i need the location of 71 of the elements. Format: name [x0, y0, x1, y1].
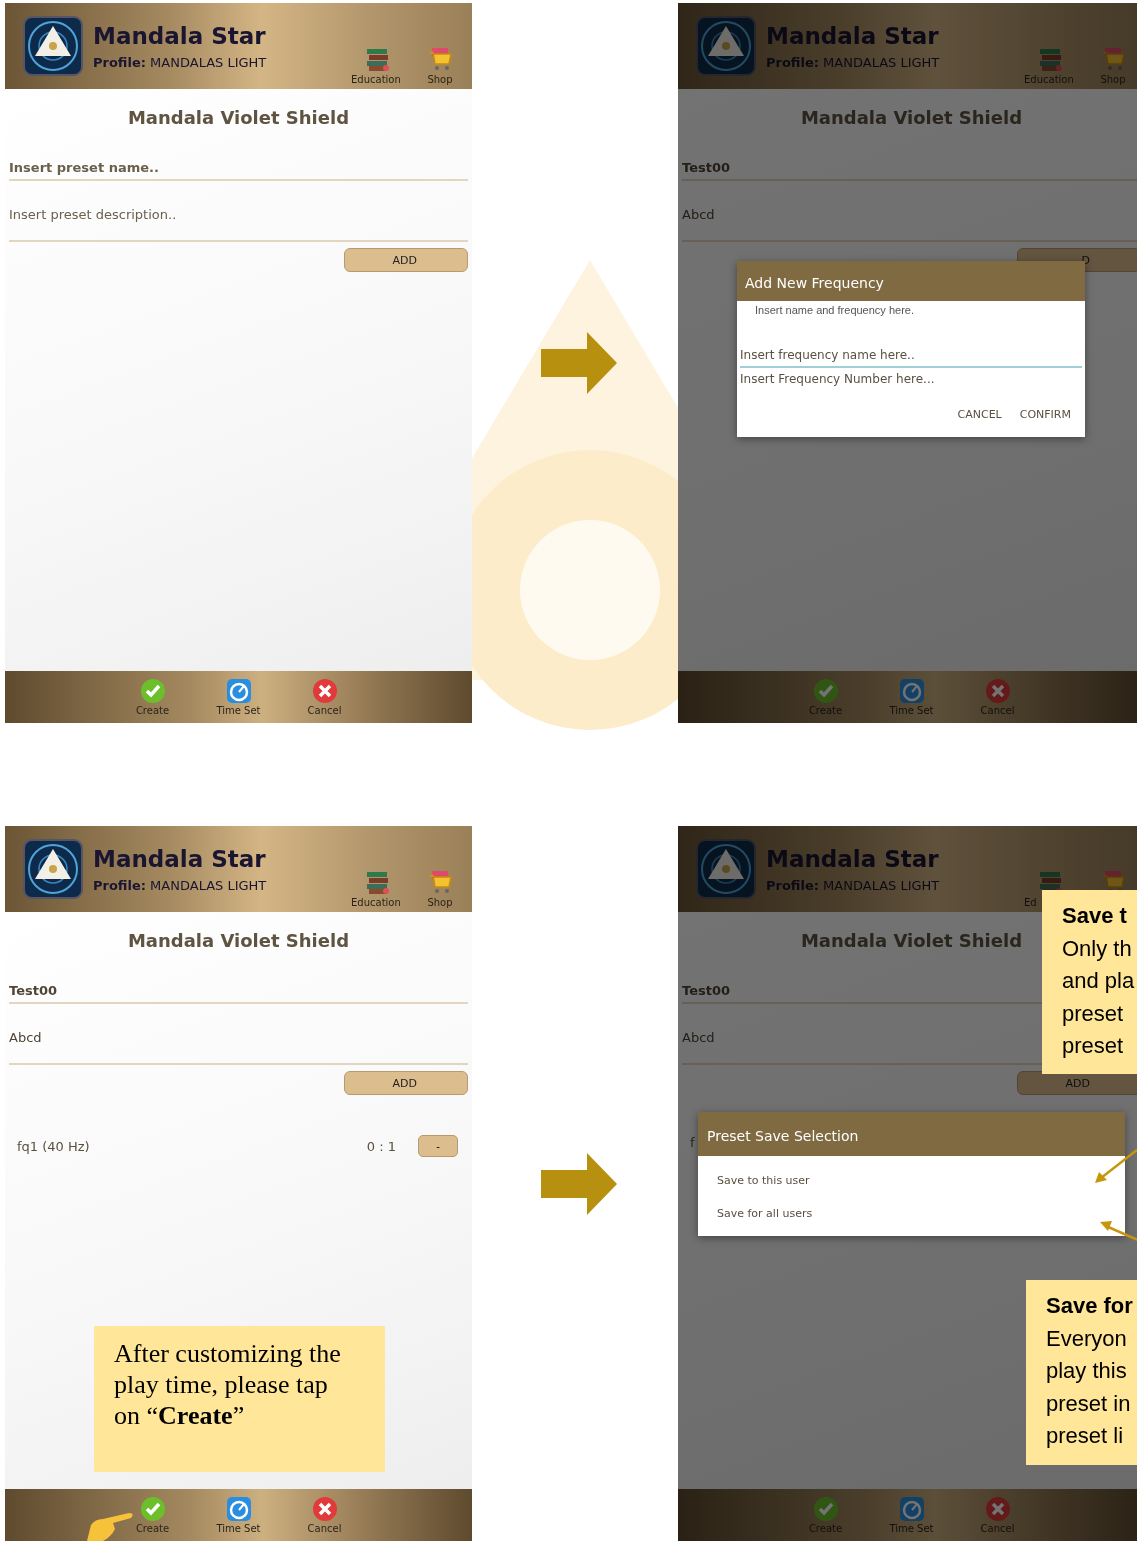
right-arrow-icon [541, 332, 617, 394]
right-arrow-icon [541, 1152, 617, 1215]
education-button[interactable]: Education [351, 869, 405, 908]
app-title: Mandala Star [766, 22, 940, 49]
callout-title: Save t [1062, 902, 1128, 930]
preset-description-field[interactable]: Abcd [682, 203, 1137, 242]
close-icon [311, 678, 338, 704]
preset-title: Mandala Violet Shield [127, 107, 350, 128]
profile-label: Profile: MANDALAS LIGHT [766, 877, 940, 893]
preset-title: Mandala Violet Shield [127, 930, 350, 951]
mandala-logo-icon [23, 16, 83, 76]
close-icon [984, 678, 1011, 704]
create-button[interactable]: Create [116, 678, 189, 716]
save-option[interactable]: Save to this user [698, 1166, 1125, 1195]
dialog-title: Add New Frequency [737, 261, 1085, 301]
dialog-message: Insert name and frequency here. [754, 303, 915, 316]
timer-icon [898, 1496, 925, 1522]
shop-button[interactable]: Shop [413, 869, 467, 908]
cart-icon [427, 46, 453, 72]
close-icon [311, 1496, 338, 1522]
callout-text: Only th and pla preset preset [1062, 934, 1136, 1060]
check-icon [812, 678, 839, 704]
time-set-button[interactable]: Time Set [202, 678, 275, 716]
app-title: Mandala Star [766, 845, 940, 872]
books-icon [365, 869, 391, 895]
frequency-ratio: 0 : 1 [366, 1138, 396, 1154]
mandala-logo-icon [696, 16, 756, 76]
cancel-button[interactable]: CANCEL [951, 404, 1008, 425]
profile-label: Profile: MANDALAS LIGHT [93, 877, 267, 893]
preset-title: Mandala Violet Shield [800, 930, 1023, 951]
close-icon [984, 1496, 1011, 1522]
timer-icon [225, 1496, 252, 1522]
preset-description-field[interactable]: Abcd [9, 1026, 468, 1065]
save-option[interactable]: Save for all users [698, 1199, 1125, 1228]
books-icon [365, 46, 391, 72]
preset-name-field[interactable]: Insert preset name.. [9, 156, 468, 181]
mandala-logo-icon [696, 839, 756, 899]
education-button[interactable]: Education [351, 46, 405, 85]
dialog-title: Preset Save Selection [698, 1112, 1125, 1156]
remove-frequency-button[interactable]: - [418, 1135, 458, 1157]
app-title: Mandala Star [93, 22, 267, 49]
tip-callout: After customizing the play time, please tap on “Create” [94, 1326, 385, 1472]
frequency-name: fq1 (40 Hz) [17, 1138, 90, 1154]
time-set-button[interactable]: Time Set [202, 1496, 275, 1534]
timer-icon [898, 678, 925, 704]
cancel-button[interactable]: Cancel [288, 678, 361, 716]
pointer-arrow [1100, 1221, 1137, 1242]
callout-title: Save for [1046, 1292, 1134, 1320]
preset-name-field[interactable]: Test00 [9, 979, 468, 1004]
confirm-button[interactable]: CONFIRM [1013, 404, 1077, 425]
shop-button[interactable]: Shop [413, 46, 467, 85]
add-button[interactable]: ADD [344, 1071, 468, 1095]
frequency-name: f [690, 1135, 695, 1150]
check-icon [812, 1496, 839, 1522]
add-button[interactable]: ADD [344, 248, 468, 272]
books-icon [1038, 46, 1064, 72]
timer-icon [225, 678, 252, 704]
cart-icon [427, 869, 453, 895]
preset-title: Mandala Violet Shield [800, 107, 1023, 128]
pointer-arrow [1095, 1149, 1137, 1183]
cart-icon [1100, 46, 1126, 72]
check-icon [139, 1496, 166, 1522]
cancel-button[interactable]: Cancel [288, 1496, 361, 1534]
check-icon [139, 678, 166, 704]
preset-name-field[interactable]: Test00 [682, 156, 1137, 181]
preset-description-field[interactable]: Insert preset description.. [9, 203, 468, 242]
profile-label: Profile: MANDALAS LIGHT [766, 54, 940, 70]
mandala-logo-icon [23, 839, 83, 899]
callout-text: Everyon play this preset in preset li [1046, 1324, 1132, 1450]
profile-label: Profile: MANDALAS LIGHT [93, 54, 267, 70]
app-title: Mandala Star [93, 845, 267, 872]
